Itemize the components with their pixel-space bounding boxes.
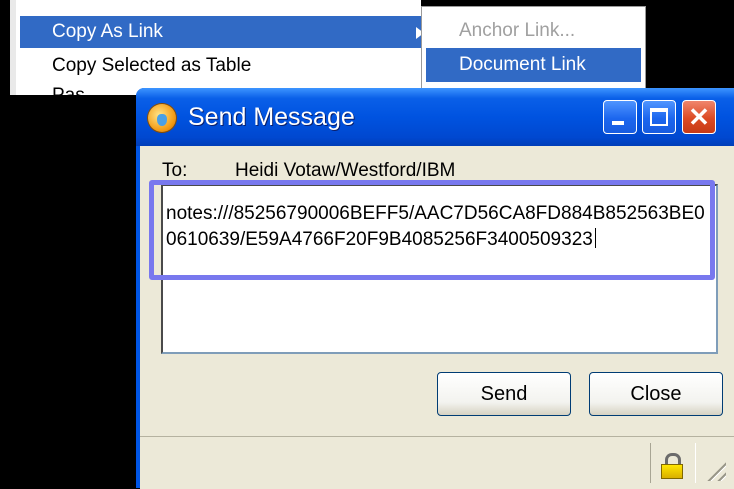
text-caret bbox=[594, 228, 596, 248]
menu-item-partial[interactable]: Pas... bbox=[52, 86, 101, 96]
status-bar bbox=[140, 436, 734, 489]
menu-item-label: Copy As Link bbox=[52, 21, 163, 42]
close-icon: ✕ bbox=[688, 102, 710, 132]
menu-item-label: Copy Selected as Table bbox=[52, 55, 252, 76]
title-bar[interactable]: Send Message ✕ bbox=[136, 88, 734, 146]
maximize-button[interactable] bbox=[642, 100, 676, 134]
minimize-icon bbox=[612, 121, 624, 125]
resize-grip-icon[interactable] bbox=[704, 459, 726, 481]
submenu-item-document-link[interactable]: Document Link bbox=[426, 48, 641, 82]
lotus-notes-globe-icon bbox=[148, 104, 176, 132]
minimize-button[interactable] bbox=[603, 100, 637, 134]
to-recipient[interactable]: Heidi Votaw/Westford/IBM bbox=[235, 160, 455, 182]
submenu: Anchor Link... Document Link bbox=[421, 6, 646, 91]
to-label: To: bbox=[162, 160, 188, 181]
message-body-input[interactable]: notes:///85256790006BEFF5/AAC7D56CA8FD88… bbox=[161, 184, 718, 354]
maximize-icon bbox=[650, 108, 668, 126]
send-button[interactable]: Send bbox=[437, 372, 571, 416]
close-button[interactable]: Close bbox=[589, 372, 723, 416]
menu-item-copy-as-link[interactable]: Copy As Link bbox=[20, 16, 421, 48]
message-link-text: notes:///85256790006BEFF5/AAC7D56CA8FD88… bbox=[166, 203, 705, 250]
lock-icon bbox=[661, 453, 683, 479]
menu-item-copy-selected-as-table[interactable]: Copy Selected as Table bbox=[20, 50, 421, 82]
submenu-item-anchor-link[interactable]: Anchor Link... bbox=[426, 14, 641, 48]
status-pane-security[interactable] bbox=[650, 443, 696, 483]
close-window-button[interactable]: ✕ bbox=[682, 100, 716, 134]
dialog-title: Send Message bbox=[188, 103, 355, 131]
message-text: notes:///85256790006BEFF5/AAC7D56CA8FD88… bbox=[166, 201, 714, 253]
send-message-dialog: Send Message ✕ To: Heidi Votaw/Westford/… bbox=[136, 88, 734, 489]
context-menu: Copy As Link Copy Selected as Table Pas.… bbox=[10, 0, 421, 95]
dialog-client-area: To: Heidi Votaw/Westford/IBM notes:///85… bbox=[140, 146, 734, 489]
